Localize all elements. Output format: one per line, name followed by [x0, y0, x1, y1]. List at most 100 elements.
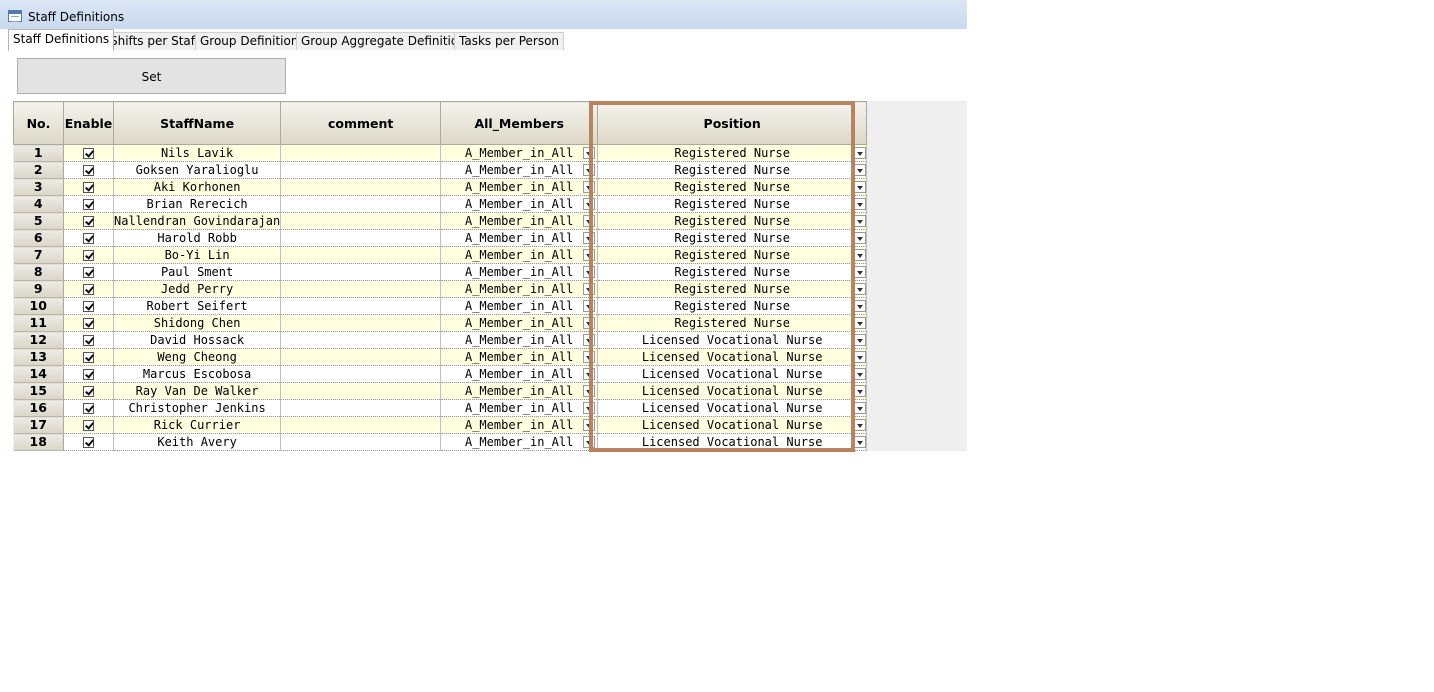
position-cell[interactable]: Licensed Vocational Nurse — [597, 348, 868, 366]
chevron-down-icon[interactable] — [583, 351, 596, 363]
comment-cell[interactable] — [280, 382, 442, 400]
chevron-down-icon[interactable] — [854, 283, 866, 295]
chevron-down-icon[interactable] — [583, 181, 596, 193]
position-cell[interactable]: Licensed Vocational Nurse — [597, 331, 868, 349]
staff-name-cell[interactable]: Christopher Jenkins — [113, 399, 282, 417]
row-number[interactable]: 13 — [13, 348, 64, 366]
chevron-down-icon[interactable] — [854, 164, 866, 176]
chevron-down-icon[interactable] — [583, 266, 596, 278]
comment-cell[interactable] — [280, 433, 442, 451]
row-number[interactable]: 2 — [13, 161, 64, 179]
row-number[interactable]: 14 — [13, 365, 64, 383]
comment-cell[interactable] — [280, 161, 442, 179]
staff-name-cell[interactable]: David Hossack — [113, 331, 282, 349]
chevron-down-icon[interactable] — [583, 215, 596, 227]
chevron-down-icon[interactable] — [583, 232, 596, 244]
all-members-cell[interactable]: A_Member_in_All — [440, 382, 599, 400]
chevron-down-icon[interactable] — [583, 436, 596, 448]
chevron-down-icon[interactable] — [854, 334, 866, 346]
checkbox-checked-icon[interactable] — [83, 250, 94, 261]
staff-name-cell[interactable]: Aki Korhonen — [113, 178, 282, 196]
enable-cell[interactable] — [63, 348, 114, 366]
checkbox-checked-icon[interactable] — [83, 182, 94, 193]
chevron-down-icon[interactable] — [583, 317, 596, 329]
tab-staff-definitions[interactable]: Staff Definitions — [8, 29, 115, 51]
position-cell[interactable]: Registered Nurse — [597, 144, 868, 162]
checkbox-checked-icon[interactable] — [83, 369, 94, 380]
all-members-cell[interactable]: A_Member_in_All — [440, 297, 599, 315]
comment-cell[interactable] — [280, 229, 442, 247]
enable-cell[interactable] — [63, 433, 114, 451]
chevron-down-icon[interactable] — [854, 198, 866, 210]
all-members-cell[interactable]: A_Member_in_All — [440, 314, 599, 332]
position-cell[interactable]: Registered Nurse — [597, 263, 868, 281]
staff-name-cell[interactable]: Nallendran Govindarajan — [113, 212, 282, 230]
all-members-cell[interactable]: A_Member_in_All — [440, 263, 599, 281]
enable-cell[interactable] — [63, 331, 114, 349]
column-header-all-members[interactable]: All_Members — [440, 101, 599, 145]
row-number[interactable]: 7 — [13, 246, 64, 264]
row-number[interactable]: 15 — [13, 382, 64, 400]
staff-name-cell[interactable]: Weng Cheong — [113, 348, 282, 366]
all-members-cell[interactable]: A_Member_in_All — [440, 195, 599, 213]
comment-cell[interactable] — [280, 399, 442, 417]
chevron-down-icon[interactable] — [854, 402, 866, 414]
checkbox-checked-icon[interactable] — [83, 165, 94, 176]
chevron-down-icon[interactable] — [583, 249, 596, 261]
row-number[interactable]: 12 — [13, 331, 64, 349]
staff-name-cell[interactable]: Rick Currier — [113, 416, 282, 434]
enable-cell[interactable] — [63, 246, 114, 264]
comment-cell[interactable] — [280, 212, 442, 230]
row-number[interactable]: 4 — [13, 195, 64, 213]
all-members-cell[interactable]: A_Member_in_All — [440, 399, 599, 417]
position-cell[interactable]: Registered Nurse — [597, 229, 868, 247]
checkbox-checked-icon[interactable] — [83, 233, 94, 244]
row-number[interactable]: 17 — [13, 416, 64, 434]
set-button[interactable]: Set — [17, 58, 286, 94]
staff-name-cell[interactable]: Ray Van De Walker — [113, 382, 282, 400]
checkbox-checked-icon[interactable] — [83, 403, 94, 414]
staff-name-cell[interactable]: Nils Lavik — [113, 144, 282, 162]
position-cell[interactable]: Registered Nurse — [597, 178, 868, 196]
chevron-down-icon[interactable] — [583, 300, 596, 312]
row-number[interactable]: 9 — [13, 280, 64, 298]
checkbox-checked-icon[interactable] — [83, 437, 94, 448]
chevron-down-icon[interactable] — [854, 317, 866, 329]
checkbox-checked-icon[interactable] — [83, 199, 94, 210]
comment-cell[interactable] — [280, 365, 442, 383]
row-number[interactable]: 8 — [13, 263, 64, 281]
chevron-down-icon[interactable] — [854, 300, 866, 312]
enable-cell[interactable] — [63, 416, 114, 434]
row-number[interactable]: 5 — [13, 212, 64, 230]
position-cell[interactable]: Registered Nurse — [597, 314, 868, 332]
column-header-staffname[interactable]: StaffName — [112, 101, 282, 145]
enable-cell[interactable] — [63, 263, 114, 281]
comment-cell[interactable] — [280, 297, 442, 315]
comment-cell[interactable] — [280, 280, 442, 298]
row-number[interactable]: 16 — [13, 399, 64, 417]
staff-name-cell[interactable]: Keith Avery — [113, 433, 282, 451]
comment-cell[interactable] — [280, 263, 442, 281]
chevron-down-icon[interactable] — [854, 436, 866, 448]
column-header-comment[interactable]: comment — [280, 101, 442, 145]
checkbox-checked-icon[interactable] — [83, 420, 94, 431]
all-members-cell[interactable]: A_Member_in_All — [440, 144, 599, 162]
checkbox-checked-icon[interactable] — [83, 386, 94, 397]
all-members-cell[interactable]: A_Member_in_All — [440, 331, 599, 349]
enable-cell[interactable] — [63, 212, 114, 230]
staff-name-cell[interactable]: Shidong Chen — [113, 314, 282, 332]
position-cell[interactable]: Registered Nurse — [597, 280, 868, 298]
chevron-down-icon[interactable] — [583, 198, 596, 210]
all-members-cell[interactable]: A_Member_in_All — [440, 212, 599, 230]
all-members-cell[interactable]: A_Member_in_All — [440, 246, 599, 264]
row-number[interactable]: 1 — [13, 144, 64, 162]
comment-cell[interactable] — [280, 314, 442, 332]
chevron-down-icon[interactable] — [583, 164, 596, 176]
position-cell[interactable]: Licensed Vocational Nurse — [597, 365, 868, 383]
tab-group-aggregate-definitions[interactable]: Group Aggregate Definitions — [296, 32, 478, 50]
enable-cell[interactable] — [63, 144, 114, 162]
all-members-cell[interactable]: A_Member_in_All — [440, 416, 599, 434]
position-cell[interactable]: Registered Nurse — [597, 246, 868, 264]
tab-group-definitions[interactable]: Group Definitions — [195, 32, 310, 50]
row-number[interactable]: 6 — [13, 229, 64, 247]
